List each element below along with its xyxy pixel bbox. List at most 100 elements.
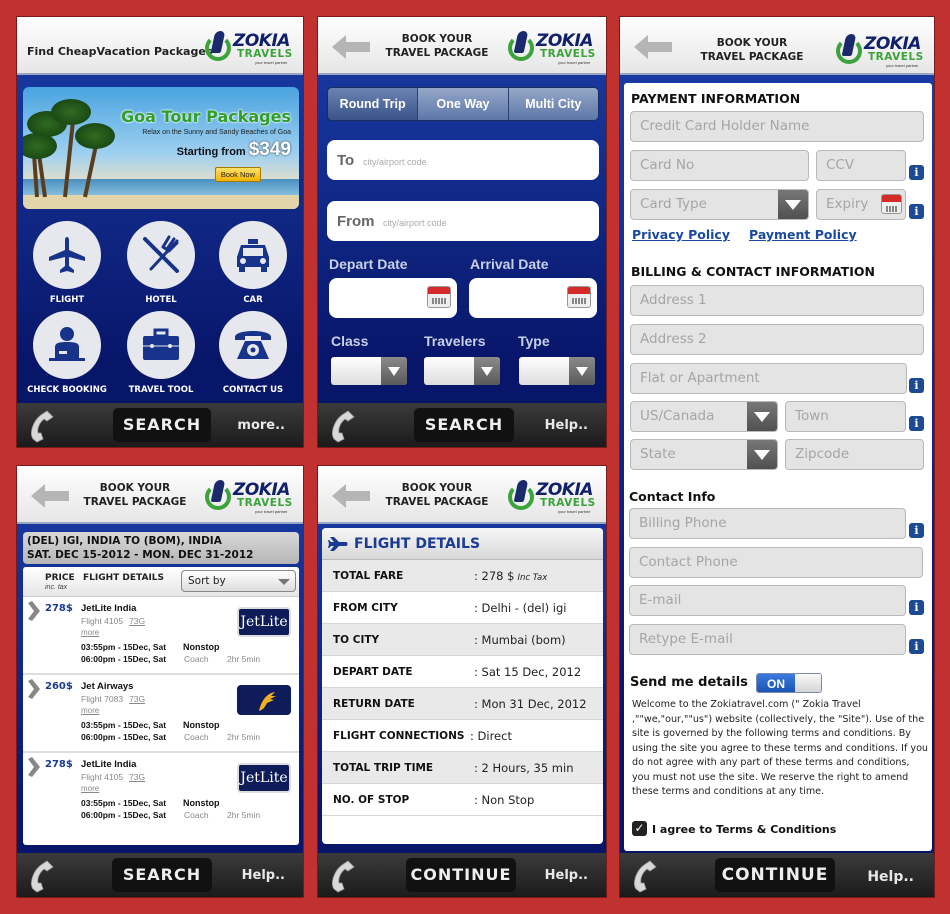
banner-price: Starting from $349 [176,139,291,160]
town-input[interactable]: Town [785,401,906,432]
phone-handset-icon[interactable] [328,859,362,893]
flight-row[interactable]: 260$ Jet Airways Flight 7083 73G more 03:… [23,675,299,753]
from-field[interactable]: From city/airport code [327,201,599,241]
continue-button[interactable]: CONTINUE [406,858,516,892]
goa-promo-banner[interactable]: Goa Tour Packages Relax on the Sunny and… [23,87,299,209]
travelers-select[interactable] [424,357,500,385]
page-title: BOOK YOUR TRAVEL PACKAGE [83,482,187,508]
class-select[interactable] [331,357,407,385]
payment-policy-link[interactable]: Payment Policy [749,227,857,242]
privacy-policy-link[interactable]: Privacy Policy [632,227,730,242]
flight-details-card: FLIGHT DETAILS TOTAL FARE: 278 $ Inc Tax … [322,528,603,844]
country-select[interactable]: US/Canada [630,401,778,432]
chevron-down-icon [381,357,407,385]
detail-row: TO CITY: Mumbai (bom) [322,624,603,656]
zipcode-input[interactable]: Zipcode [785,439,924,470]
chevron-down-icon [474,357,500,385]
search-button[interactable]: SEARCH [112,858,212,892]
menu-check-booking[interactable]: CHECK BOOKING [27,311,107,395]
page-title: BOOK YOUR TRAVEL PACKAGE [385,482,489,508]
more-link[interactable]: more.. [237,418,285,433]
menu-travel-tool[interactable]: TRAVEL TOOL [127,311,195,395]
help-link[interactable]: Help.. [867,869,914,885]
search-screen: BOOK YOUR TRAVEL PACKAGE ZOKIA TRAVELS your… [317,16,607,448]
calendar-icon[interactable] [567,286,591,308]
phone-handset-icon[interactable] [328,409,362,443]
info-icon[interactable]: i [909,600,924,615]
continue-button[interactable]: CONTINUE [715,858,835,892]
more-link[interactable]: more [81,628,99,637]
info-icon[interactable]: i [909,523,924,538]
flight-details-header: FLIGHT DETAILS [322,528,603,560]
jetlite-logo: JetLite [237,763,291,793]
billing-heading: BILLING & CONTACT INFORMATION [631,264,875,279]
book-now-button[interactable]: Book Now [214,167,261,182]
type-select[interactable] [519,357,595,385]
jet-airways-logo [237,685,291,715]
calendar-icon[interactable] [427,286,451,308]
arrival-date-label: Arrival Date [470,256,549,272]
search-button[interactable]: SEARCH [414,408,514,442]
retype-email-input[interactable]: Retype E-mail [629,624,906,655]
expiry-input[interactable]: Expiry [816,189,906,220]
detail-row: TOTAL FARE: 278 $ Inc Tax [322,560,603,592]
info-icon[interactable]: i [909,204,924,219]
info-icon[interactable]: i [909,378,924,393]
phone-handset-icon[interactable] [27,859,61,893]
menu-car[interactable]: CAR [219,221,287,305]
help-link[interactable]: Help.. [242,868,285,883]
terms-text: Welcome to the Zokiatravel.com (" Zokia … [632,699,929,797]
billing-phone-input[interactable]: Billing Phone [629,508,906,539]
tab-one-way[interactable]: One Way [417,88,508,120]
address1-input[interactable]: Address 1 [630,285,924,316]
send-details-toggle[interactable]: ON [756,673,822,693]
help-link[interactable]: Help.. [545,418,588,433]
flat-input[interactable]: Flat or Apartment [630,363,907,394]
tab-multi-city[interactable]: Multi City [507,88,598,120]
page-title: Find CheapVacation Packages [27,45,213,58]
phone-handset-icon[interactable] [27,409,61,443]
depart-date-field[interactable] [329,278,457,318]
tab-round-trip[interactable]: Round Trip [328,88,418,120]
price-inc-tax: inc. tax [45,584,68,591]
to-placeholder: city/airport code [363,157,427,167]
to-label: To [337,152,355,169]
phone-handset-icon[interactable] [630,859,664,893]
more-link[interactable]: more [81,784,99,793]
ccv-input[interactable]: CCV [816,150,906,181]
menu-hotel[interactable]: HOTEL [127,221,195,305]
page-title: BOOK YOUR TRAVEL PACKAGE [385,33,489,59]
home-screen: Find CheapVacation Packages ZOKIA TRAVELS… [16,16,304,448]
info-icon[interactable]: i [909,639,924,654]
card-no-input[interactable]: Card No [630,150,809,181]
email-input[interactable]: E-mail [629,585,906,616]
zokia-logo: ZOKIA TRAVELS your travel partner [205,480,297,514]
help-link[interactable]: Help.. [545,868,588,883]
back-arrow-icon[interactable] [332,35,370,59]
back-arrow-icon[interactable] [634,35,672,59]
menu-contact-us[interactable]: CONTACT US [219,311,287,395]
card-type-select[interactable]: Card Type [630,189,809,220]
detail-row: TOTAL TRIP TIME: 2 Hours, 35 min [322,752,603,784]
state-select[interactable]: State [630,439,778,470]
price-column-header: PRICE [45,573,75,583]
info-icon[interactable]: i [909,165,924,180]
to-field[interactable]: To city/airport code [327,140,599,180]
card-holder-input[interactable]: Credit Card Holder Name [630,111,924,142]
back-arrow-icon[interactable] [31,484,69,508]
flight-row[interactable]: 278$ JetLite India Flight 4105 73G more 0… [23,597,299,675]
agree-checkbox[interactable]: ✓ [632,821,647,836]
contact-phone-input[interactable]: Contact Phone [629,547,923,578]
menu-flight[interactable]: FLIGHT [33,221,101,305]
back-arrow-icon[interactable] [332,484,370,508]
contact-heading: Contact Info [629,489,716,504]
calendar-icon[interactable] [881,194,902,214]
arrival-date-field[interactable] [469,278,597,318]
more-link[interactable]: more [81,706,99,715]
info-icon[interactable]: i [909,416,924,431]
address2-input[interactable]: Address 2 [630,324,924,355]
search-button[interactable]: SEARCH [113,408,211,442]
header: BOOK YOUR TRAVEL PACKAGE ZOKIA TRAVELS your… [318,466,606,524]
flight-row[interactable]: 278$ JetLite India Flight 4105 73G more 0… [23,753,299,831]
sort-by-select[interactable]: Sort by [181,570,296,592]
